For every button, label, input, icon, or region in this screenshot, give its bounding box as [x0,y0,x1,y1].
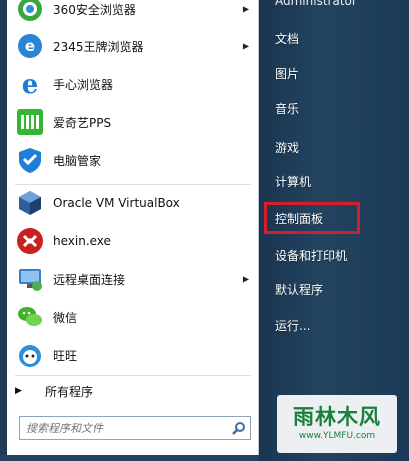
program-item-virtualbox[interactable]: Oracle VM VirtualBox [7,185,259,221]
program-label: 电脑管家 [53,153,102,168]
watermark-brand: 雨林木风 [293,405,381,429]
program-label: 手心浏览器 [53,77,114,92]
program-label: 旺旺 [53,348,78,363]
search-icon[interactable] [228,417,250,439]
remote-desktop-icon [15,264,45,294]
program-label: hexin.exe [53,234,111,248]
virtualbox-icon [15,188,45,218]
program-label: 360安全浏览器 [53,2,136,17]
place-music[interactable]: 音乐 [275,100,299,117]
start-menu: 360安全浏览器 ▶ e 2345王牌浏览器 ▶ e 手心浏览器 爱奇艺PPS [0,0,409,461]
program-label: 2345王牌浏览器 [53,39,144,54]
shouxin-browser-icon: e [15,69,45,99]
chevron-right-icon: ▶ [242,4,249,14]
program-item-pc-manager[interactable]: 电脑管家 [7,142,259,178]
program-item-iqiyi[interactable]: 爱奇艺PPS [7,104,259,140]
search-box[interactable] [19,416,251,440]
program-label: 微信 [53,310,78,325]
wechat-icon [15,302,45,332]
pc-manager-icon [15,145,45,175]
control-panel-highlight [264,202,360,234]
program-item-wechat[interactable]: 微信 [7,299,259,335]
watermark-url: www.YLMFU.com [298,431,376,441]
place-run[interactable]: 运行... [275,317,310,334]
watermark-logo: 雨林木风 www.YLMFU.com [277,395,397,453]
iqiyi-icon [15,107,45,137]
place-pictures[interactable]: 图片 [275,65,299,82]
all-programs-label: 所有程序 [45,384,94,399]
place-devices-printers[interactable]: 设备和打印机 [275,247,347,264]
program-label: 远程桌面连接 [53,272,126,287]
program-label: Oracle VM VirtualBox [53,196,180,210]
program-item-wangwang[interactable]: 旺旺 [7,337,259,373]
program-item-hexin[interactable]: hexin.exe [7,223,259,259]
place-documents[interactable]: 文档 [275,30,299,47]
hexin-icon [15,226,45,256]
place-computer[interactable]: 计算机 [275,173,311,190]
svg-text:e: e [22,70,39,98]
svg-text:e: e [25,37,35,55]
search-input[interactable] [20,417,228,439]
triangle-right-icon: ▶ [15,386,22,396]
all-programs-button[interactable]: ▶ 所有程序 [15,378,93,404]
program-item-shouxin-browser[interactable]: e 手心浏览器 [7,66,259,102]
place-default-programs[interactable]: 默认程序 [275,281,323,298]
chevron-right-icon: ▶ [242,41,249,51]
place-games[interactable]: 游戏 [275,139,299,156]
programs-panel: 360安全浏览器 ▶ e 2345王牌浏览器 ▶ e 手心浏览器 爱奇艺PPS [7,0,259,455]
program-item-360-browser[interactable]: 360安全浏览器 ▶ [7,0,259,27]
divider [15,375,251,376]
2345-browser-icon: e [15,31,45,61]
chevron-right-icon: ▶ [242,274,249,284]
program-item-remote-desktop[interactable]: 远程桌面连接 ▶ [7,261,259,297]
wangwang-icon [15,340,45,370]
user-name[interactable]: Administrator [275,0,357,8]
taskbar-strip [0,455,259,461]
program-label: 爱奇艺PPS [53,115,112,130]
360-browser-icon [15,0,45,24]
program-item-2345-browser[interactable]: e 2345王牌浏览器 ▶ [7,28,259,64]
